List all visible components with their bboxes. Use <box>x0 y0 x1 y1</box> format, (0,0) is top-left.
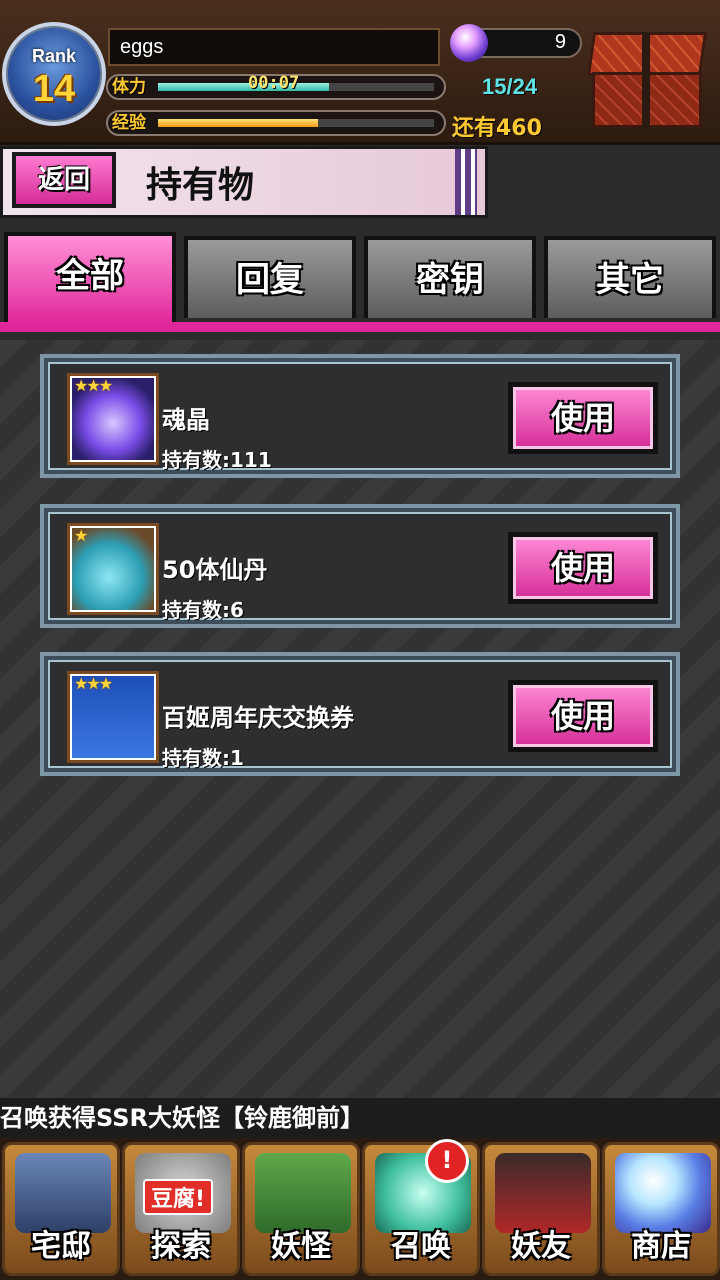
tofu-tag: 豆腐! <box>143 1179 214 1215</box>
item-count: 持有数:1 <box>162 746 244 770</box>
rarity-stars: ★★★ <box>74 376 113 395</box>
orb-count: 9 <box>554 31 566 53</box>
use-button[interactable]: 使用 <box>508 382 658 454</box>
nav-label: 召唤 <box>391 1229 451 1264</box>
nav-label: 妖怪 <box>271 1229 331 1264</box>
exp-remaining: 还有460 <box>452 116 542 141</box>
use-button[interactable]: 使用 <box>508 680 658 752</box>
news-marquee: 召唤获得SSR大妖怪【铃鹿御前】 <box>0 1098 720 1138</box>
tab-all[interactable]: 全部 <box>4 232 176 324</box>
stamina-bar: 体力 00:07 <box>106 73 446 100</box>
item-name: 百姬周年庆交换券 <box>162 704 354 732</box>
exp-fill <box>158 119 319 127</box>
nav-shop[interactable]: 商店 <box>602 1142 720 1276</box>
list-item: ★★★ 魂晶 持有数:111 使用 <box>40 354 680 478</box>
soul-orb-icon <box>450 24 488 62</box>
stamina-label: 体力 <box>112 77 146 97</box>
nav-label: 探索 <box>151 1229 211 1264</box>
back-button[interactable]: 返回 <box>12 152 116 208</box>
tab-underline <box>0 322 720 332</box>
orb-counter[interactable]: 9 <box>450 24 582 62</box>
bottom-nav: 宅邸 豆腐! 探索 妖怪 ! 召唤 妖友 商店 <box>0 1138 720 1280</box>
nav-summon[interactable]: ! 召唤 <box>362 1139 480 1276</box>
stamina-fill <box>158 83 330 91</box>
item-list: ★★★ 魂晶 持有数:111 使用 ★ 50体仙丹 持有数:6 使用 ★★★ 百… <box>0 340 720 1100</box>
soul-crystal-icon: ★★★ <box>70 376 156 462</box>
nav-explore[interactable]: 豆腐! 探索 <box>122 1142 240 1276</box>
exp-label: 经验 <box>112 113 146 133</box>
player-name: eggs <box>108 28 440 66</box>
rank-badge: Rank 14 <box>2 22 106 126</box>
item-name: 50体仙丹 <box>162 556 268 584</box>
rank-value: 14 <box>32 68 76 110</box>
nav-label: 商店 <box>631 1229 691 1264</box>
nav-label: 妖友 <box>511 1229 571 1264</box>
list-item: ★ 50体仙丹 持有数:6 使用 <box>40 504 680 628</box>
summon-alert-badge: ! <box>425 1139 469 1183</box>
tab-keys[interactable]: 密钥 <box>364 236 536 318</box>
item-name: 魂晶 <box>162 406 210 434</box>
rarity-stars: ★ <box>74 526 88 545</box>
elixir-jar-icon: ★ <box>70 526 156 612</box>
rank-label: Rank <box>31 46 76 66</box>
treasure-chest-icon[interactable] <box>586 28 710 132</box>
tab-other[interactable]: 其它 <box>544 236 716 318</box>
top-status-bar: Rank 14 eggs 体力 00:07 经验 9 15/24 还有460 <box>0 0 720 145</box>
stamina-count: 15/24 <box>482 74 538 99</box>
nav-yokai[interactable]: 妖怪 <box>242 1142 360 1276</box>
stamina-timer: 00:07 <box>248 73 300 93</box>
list-item: ★★★ 百姬周年庆交换券 持有数:1 使用 <box>40 652 680 776</box>
tab-recovery[interactable]: 回复 <box>184 236 356 318</box>
category-tabs: 全部 回复 密钥 其它 <box>0 232 720 332</box>
page-title: 持有物 <box>146 164 255 206</box>
title-decoration <box>455 149 477 215</box>
rarity-stars: ★★★ <box>74 674 113 693</box>
nav-friends[interactable]: 妖友 <box>482 1142 600 1276</box>
item-count: 持有数:111 <box>162 448 272 472</box>
exp-bar: 经验 <box>106 110 446 136</box>
nav-mansion[interactable]: 宅邸 <box>2 1142 120 1276</box>
item-count: 持有数:6 <box>162 598 244 622</box>
anniversary-ticket-icon: ★★★ <box>70 674 156 760</box>
nav-label: 宅邸 <box>31 1229 91 1264</box>
use-button[interactable]: 使用 <box>508 532 658 604</box>
